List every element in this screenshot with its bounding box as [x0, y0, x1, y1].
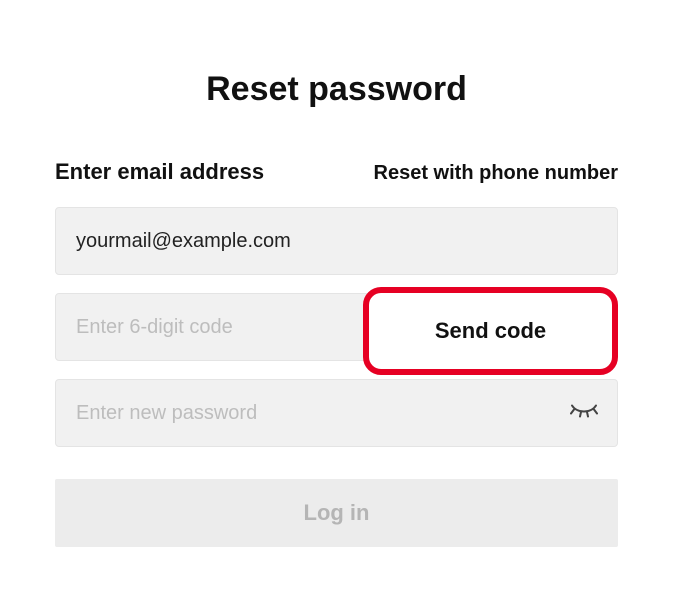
- send-code-button[interactable]: Send code: [363, 287, 618, 375]
- password-input[interactable]: [55, 379, 618, 447]
- page-title: Reset password: [55, 70, 618, 109]
- email-row: [55, 207, 618, 275]
- email-input[interactable]: [55, 207, 618, 275]
- code-row: Send code: [55, 293, 618, 361]
- reset-with-phone-link[interactable]: Reset with phone number: [374, 162, 618, 185]
- email-section-label: Enter email address: [55, 159, 264, 185]
- eye-closed-icon[interactable]: [570, 404, 598, 423]
- code-input[interactable]: [55, 293, 370, 361]
- password-row: [55, 379, 618, 447]
- login-button[interactable]: Log in: [55, 479, 618, 547]
- subheader: Enter email address Reset with phone num…: [55, 159, 618, 185]
